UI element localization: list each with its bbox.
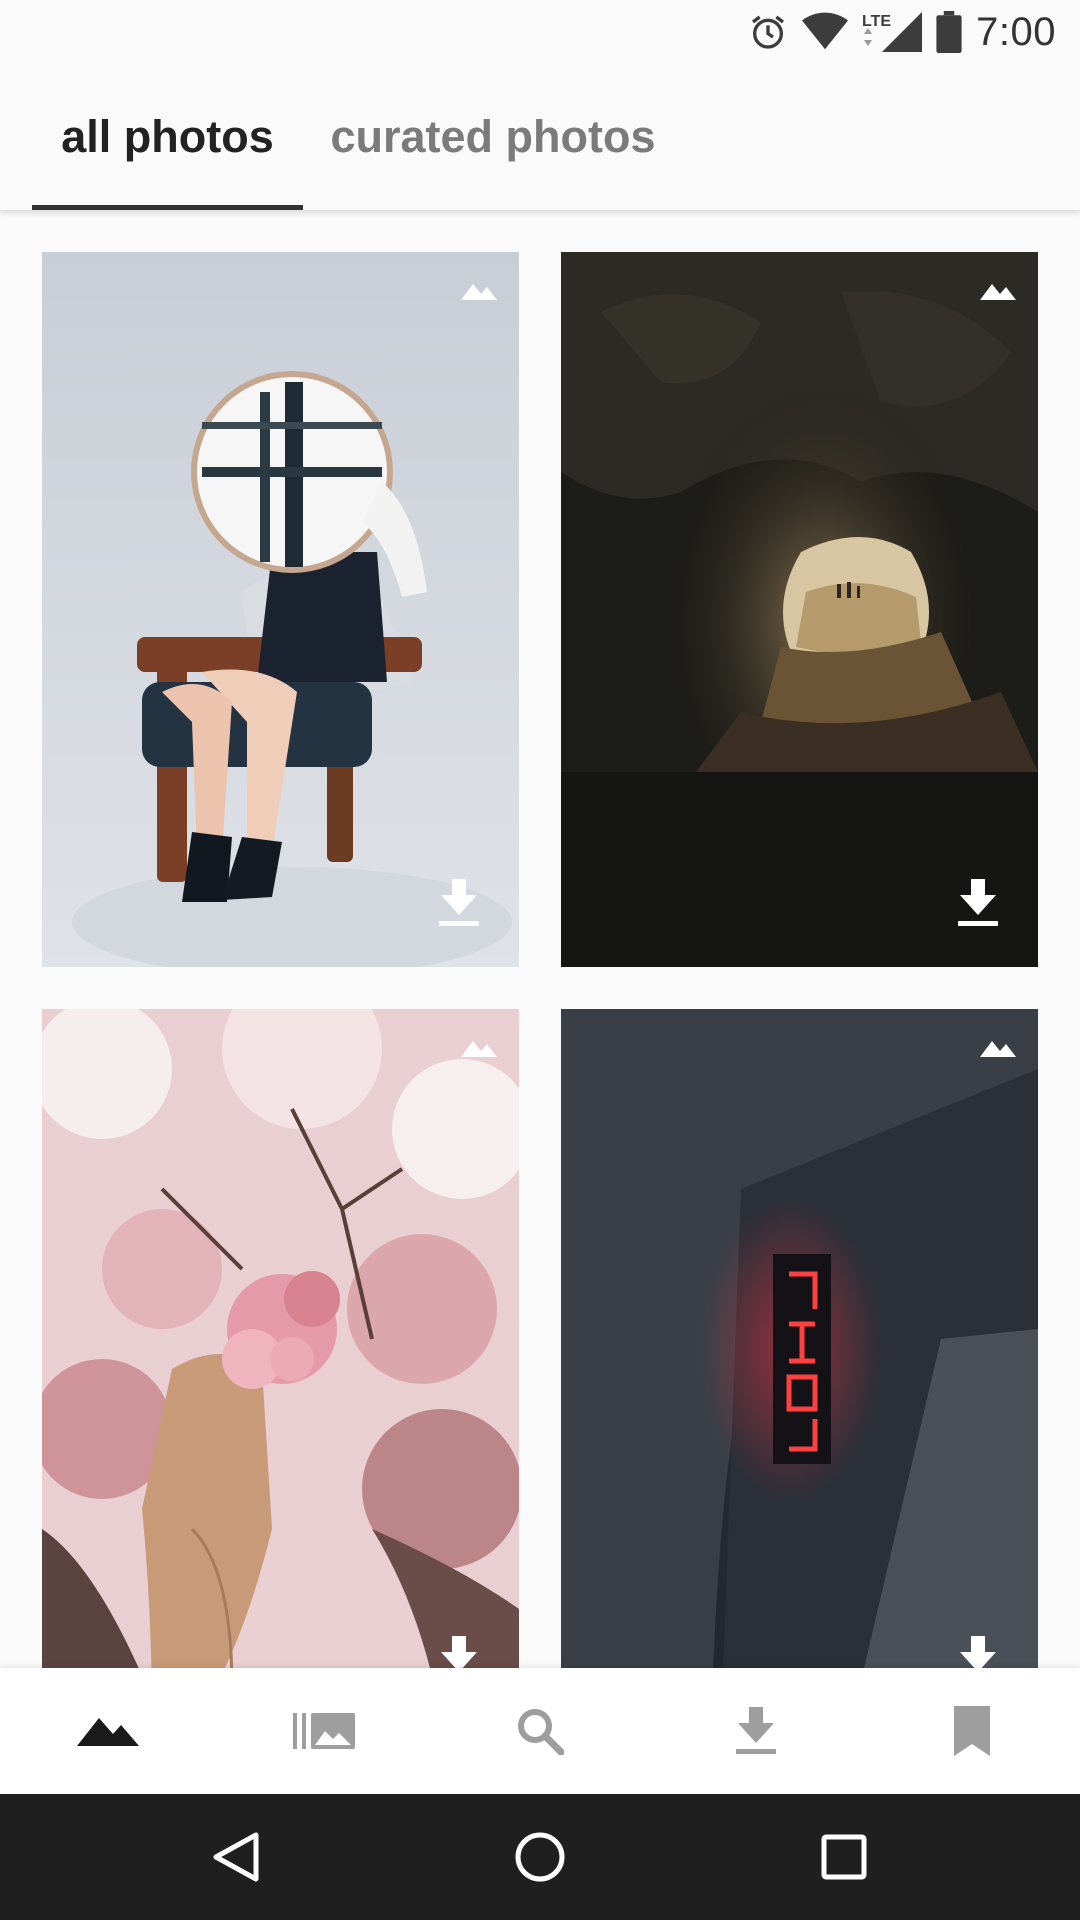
photo-card[interactable] xyxy=(42,252,519,967)
download-icon[interactable] xyxy=(439,1636,479,1668)
nav-bookmarks[interactable] xyxy=(864,1668,1080,1794)
back-button[interactable] xyxy=(176,1794,296,1920)
status-icons: LTE 7:00 xyxy=(748,8,1056,56)
back-icon xyxy=(213,1832,259,1882)
lte-signal-icon: LTE xyxy=(862,10,923,54)
mountain-badge-icon xyxy=(980,1041,1016,1057)
photo-card[interactable] xyxy=(42,1009,519,1668)
mountain-badge-icon xyxy=(980,284,1016,300)
tab-all-photos[interactable]: all photos xyxy=(32,63,303,211)
tab-curated-photos[interactable]: curated photos xyxy=(303,63,683,211)
nav-photos[interactable] xyxy=(0,1668,216,1794)
home-icon xyxy=(515,1832,565,1882)
search-icon xyxy=(518,1709,564,1755)
system-navigation-bar xyxy=(0,1794,1080,1920)
bookmark-icon xyxy=(954,1706,990,1756)
download-icon[interactable] xyxy=(958,1636,998,1668)
photo-card[interactable] xyxy=(561,1009,1038,1668)
bottom-navigation xyxy=(0,1668,1080,1794)
download-icon[interactable] xyxy=(958,879,998,927)
status-bar: LTE 7:00 xyxy=(0,0,1080,63)
status-time: 7:00 xyxy=(976,9,1056,54)
mountain-badge-icon xyxy=(461,1041,497,1057)
download-icon[interactable] xyxy=(439,879,479,927)
photo-pink-blossom xyxy=(42,1009,519,1668)
nav-collections[interactable] xyxy=(216,1668,432,1794)
photo-mirror-portrait xyxy=(42,252,519,967)
photo-card[interactable] xyxy=(561,252,1038,967)
network-label: LTE xyxy=(862,13,891,30)
battery-icon xyxy=(936,11,962,53)
wifi-icon xyxy=(802,12,849,52)
photo-grid[interactable] xyxy=(0,211,1080,1668)
photo-sea-cave xyxy=(561,252,1038,967)
collections-icon xyxy=(293,1713,355,1749)
photo-neon-reflection xyxy=(561,1009,1038,1668)
mountain-badge-icon xyxy=(461,284,497,300)
photo-tabs: all photos curated photos xyxy=(0,63,1080,211)
recents-button[interactable] xyxy=(784,1794,904,1920)
home-button[interactable] xyxy=(480,1794,600,1920)
mountain-icon xyxy=(77,1718,139,1746)
selected-tab-indicator xyxy=(32,205,303,210)
download-icon xyxy=(736,1707,776,1754)
nav-downloads[interactable] xyxy=(648,1668,864,1794)
alarm-icon xyxy=(748,12,788,52)
recents-icon xyxy=(821,1834,867,1880)
nav-search[interactable] xyxy=(432,1668,648,1794)
